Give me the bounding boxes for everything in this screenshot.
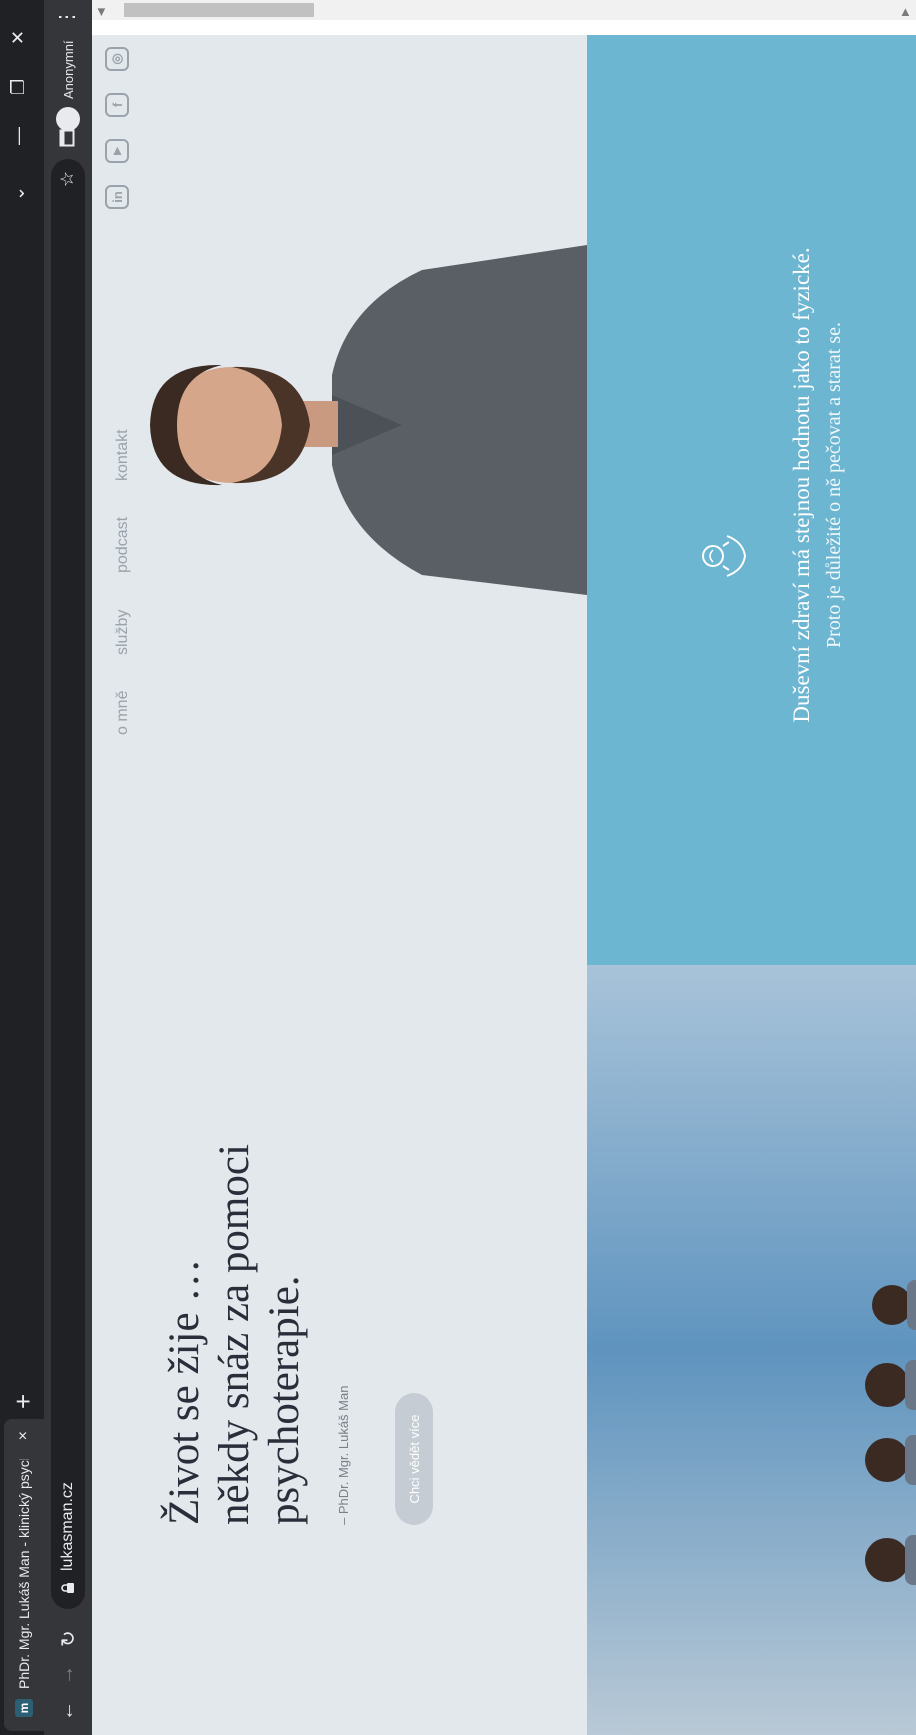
incognito-profile[interactable]: Anonymní: [52, 40, 84, 131]
site-favicon: m: [15, 1699, 33, 1717]
youtube-icon[interactable]: ▶: [105, 139, 129, 163]
forward-icon[interactable]: →: [56, 1665, 79, 1685]
address-bar[interactable]: lukasman.cz ☆: [51, 159, 85, 1609]
browser-tab[interactable]: m PhDr. Mgr. Lukáš Man - klinický psycho…: [4, 1419, 44, 1731]
tab-search-icon[interactable]: ⌄: [8, 186, 29, 201]
lock-icon: [61, 1583, 74, 1593]
quote-attribution: – PhDr. Mgr. Lukáš Man: [336, 1385, 351, 1525]
browser-toolbar: ← → ↻ lukasman.cz ☆ Anonymní ⋮: [44, 0, 92, 1735]
caring-hands-icon: [702, 535, 747, 577]
incognito-icon: [56, 107, 80, 131]
tab-close-icon[interactable]: ×: [15, 1431, 33, 1440]
back-icon[interactable]: ←: [56, 1701, 79, 1721]
new-tab-button[interactable]: +: [8, 1394, 38, 1409]
reload-icon[interactable]: ↻: [56, 1630, 81, 1647]
facebook-icon[interactable]: f: [105, 93, 129, 117]
minimize-icon[interactable]: —: [8, 127, 29, 145]
hero-headline: Život se žije … někdy snáz za pomoci psy…: [160, 1144, 310, 1525]
scrollbar-thumb[interactable]: [124, 3, 314, 17]
tab-title: PhDr. Mgr. Lukáš Man - klinický psycholo…: [16, 1459, 32, 1689]
instagram-icon[interactable]: ◎: [105, 47, 129, 71]
headline-line-2: někdy snáz za pomoci: [211, 1144, 258, 1525]
banner-tagline: Duševní zdraví má stejnou hodnotu jako t…: [789, 247, 814, 723]
nav-sluzby[interactable]: služby: [114, 610, 132, 655]
menu-kebab-icon[interactable]: ⋮: [54, 7, 79, 27]
scroll-up-arrow[interactable]: ◀: [96, 8, 107, 16]
headline-line-1: Život se žije …: [161, 1258, 208, 1525]
tab-strip: m PhDr. Mgr. Lukáš Man - klinický psycho…: [0, 0, 44, 1735]
headline-line-3: psychoterapie.: [261, 1275, 308, 1525]
bookmark-star-icon[interactable]: ☆: [57, 171, 78, 187]
profile-label: Anonymní: [60, 40, 76, 99]
sidepanel-icon[interactable]: [58, 129, 81, 147]
browser-window: m PhDr. Mgr. Lukáš Man - klinický psycho…: [0, 0, 916, 1735]
learn-more-button[interactable]: Chci vědět více: [395, 1393, 433, 1525]
url-text: lukasman.cz: [59, 1482, 76, 1571]
therapist-portrait: [150, 245, 587, 595]
group-photo: [587, 965, 916, 1735]
scroll-down-arrow[interactable]: ▶: [900, 8, 911, 16]
nav-o-mne[interactable]: o mně: [114, 691, 132, 735]
close-window-icon[interactable]: ✕: [8, 30, 29, 45]
restore-icon[interactable]: ❐: [8, 79, 29, 95]
mental-health-banner: Duševní zdraví má stejnou hodnotu jako t…: [587, 35, 916, 965]
banner-subtext: Proto je důležité o ně pečovat a starat …: [823, 322, 845, 648]
linkedin-icon[interactable]: in: [105, 185, 129, 209]
